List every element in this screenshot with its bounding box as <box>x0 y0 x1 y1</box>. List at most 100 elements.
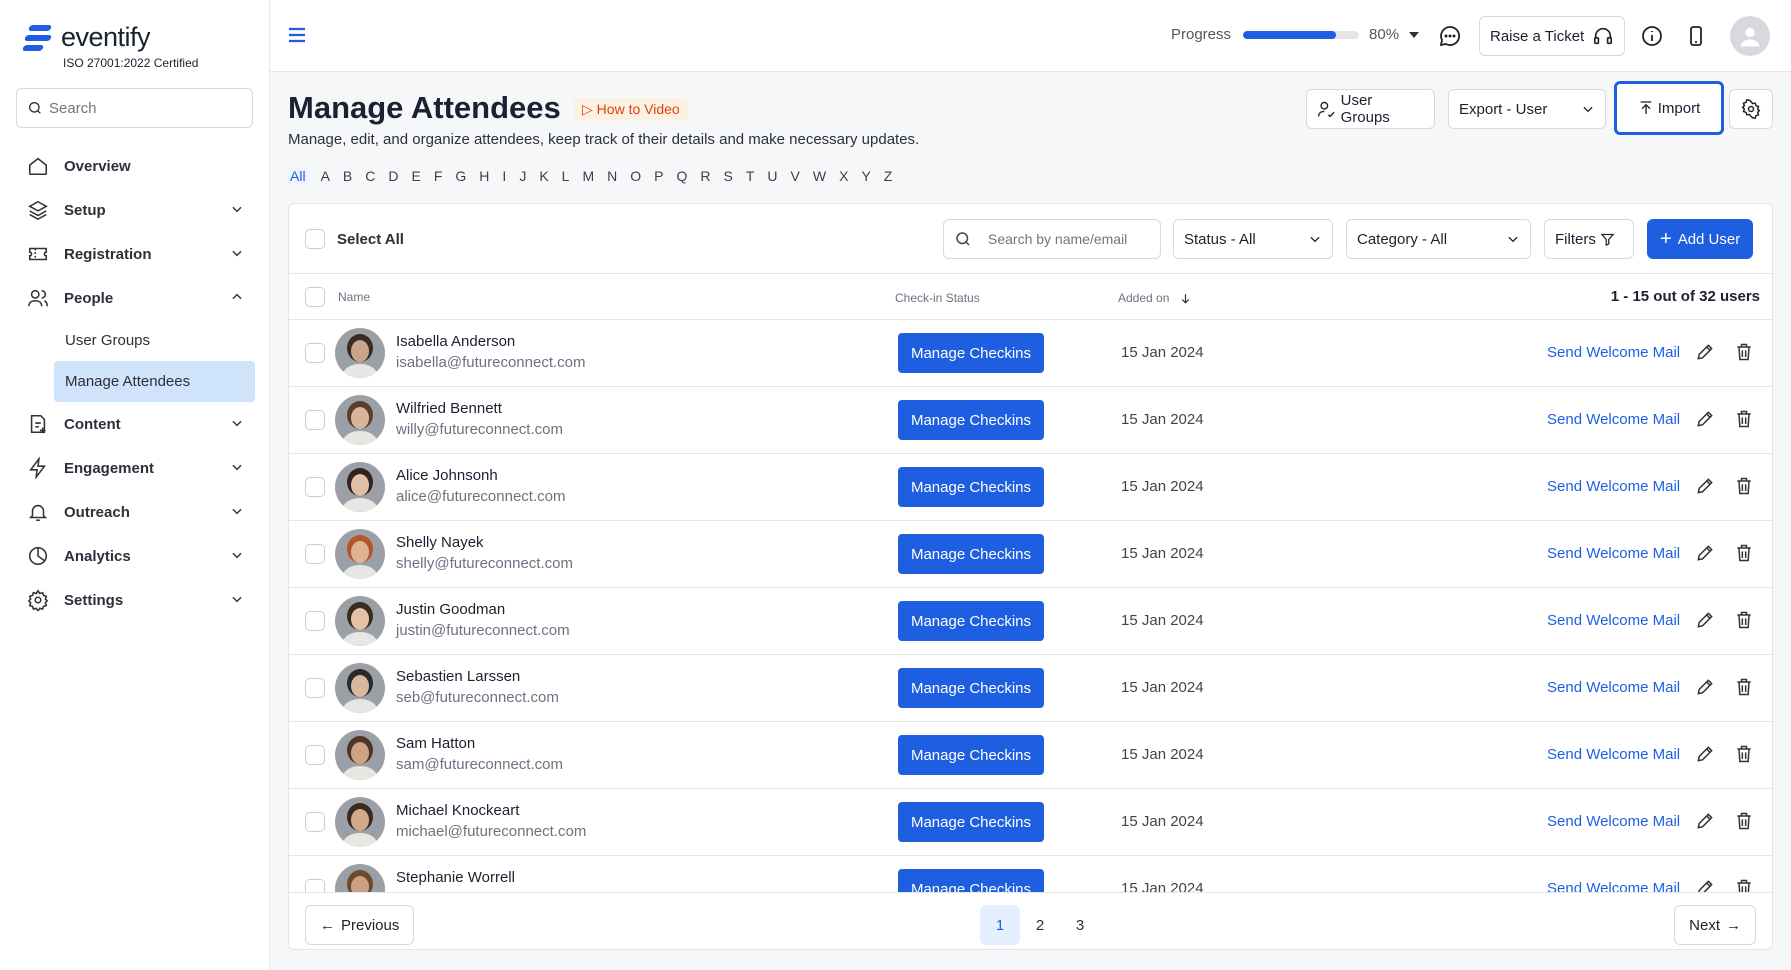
page-3[interactable]: 3 <box>1060 905 1100 945</box>
sidebar-item-registration[interactable]: Registration <box>0 232 270 276</box>
sidebar-search[interactable] <box>16 88 253 128</box>
row-checkbox[interactable] <box>305 343 325 363</box>
alphabet-letter-i[interactable]: I <box>502 168 506 184</box>
row-checkbox[interactable] <box>305 410 325 430</box>
alphabet-letter-x[interactable]: X <box>839 168 848 184</box>
alphabet-letter-h[interactable]: H <box>479 168 489 184</box>
header-checkbox[interactable] <box>305 287 325 307</box>
alphabet-letter-j[interactable]: J <box>519 168 526 184</box>
manage-checkins-button[interactable]: Manage Checkins <box>898 467 1044 507</box>
send-welcome-mail-link[interactable]: Send Welcome Mail <box>1547 545 1680 562</box>
alphabet-letter-f[interactable]: F <box>434 168 443 184</box>
trash-icon[interactable] <box>1734 878 1754 892</box>
send-welcome-mail-link[interactable]: Send Welcome Mail <box>1547 813 1680 830</box>
alphabet-letter-p[interactable]: P <box>654 168 663 184</box>
row-checkbox[interactable] <box>305 879 325 892</box>
page-1[interactable]: 1 <box>980 905 1020 945</box>
user-groups-button[interactable]: User Groups <box>1306 89 1435 129</box>
alphabet-letter-k[interactable]: K <box>539 168 548 184</box>
alphabet-letter-e[interactable]: E <box>412 168 421 184</box>
trash-icon[interactable] <box>1734 677 1754 702</box>
row-checkbox[interactable] <box>305 611 325 631</box>
trash-icon[interactable] <box>1734 811 1754 836</box>
export-dropdown[interactable]: Export - User <box>1448 89 1606 129</box>
alphabet-letter-q[interactable]: Q <box>676 168 687 184</box>
category-filter-dropdown[interactable]: Category - All <box>1346 219 1531 259</box>
add-user-button[interactable]: + Add User <box>1647 219 1754 259</box>
alphabet-letter-g[interactable]: G <box>455 168 466 184</box>
send-welcome-mail-link[interactable]: Send Welcome Mail <box>1547 411 1680 428</box>
user-avatar[interactable] <box>1730 16 1770 56</box>
edit-icon[interactable] <box>1695 409 1715 434</box>
chat-icon[interactable] <box>1438 24 1462 53</box>
alphabet-letter-y[interactable]: Y <box>861 168 870 184</box>
trash-icon[interactable] <box>1734 610 1754 635</box>
attendee-search[interactable] <box>943 219 1161 259</box>
mobile-icon[interactable] <box>1684 24 1708 53</box>
trash-icon[interactable] <box>1734 342 1754 367</box>
sidebar-subitem-manage-attendees[interactable]: Manage Attendees <box>54 361 255 402</box>
edit-icon[interactable] <box>1695 342 1715 367</box>
alphabet-letter-b[interactable]: B <box>343 168 352 184</box>
row-checkbox[interactable] <box>305 477 325 497</box>
manage-checkins-button[interactable]: Manage Checkins <box>898 333 1044 373</box>
attendee-search-input[interactable] <box>988 231 1138 247</box>
send-welcome-mail-link[interactable]: Send Welcome Mail <box>1547 880 1680 892</box>
send-welcome-mail-link[interactable]: Send Welcome Mail <box>1547 746 1680 763</box>
alphabet-letter-c[interactable]: C <box>365 168 375 184</box>
send-welcome-mail-link[interactable]: Send Welcome Mail <box>1547 478 1680 495</box>
trash-icon[interactable] <box>1734 409 1754 434</box>
raise-ticket-button[interactable]: Raise a Ticket <box>1479 16 1626 56</box>
info-icon[interactable] <box>1640 24 1664 53</box>
alphabet-letter-w[interactable]: W <box>813 168 826 184</box>
trash-icon[interactable] <box>1734 476 1754 501</box>
manage-checkins-button[interactable]: Manage Checkins <box>898 534 1044 574</box>
row-checkbox[interactable] <box>305 745 325 765</box>
edit-icon[interactable] <box>1695 610 1715 635</box>
send-welcome-mail-link[interactable]: Send Welcome Mail <box>1547 344 1680 361</box>
row-checkbox[interactable] <box>305 544 325 564</box>
manage-checkins-button[interactable]: Manage Checkins <box>898 400 1044 440</box>
alphabet-letter-m[interactable]: M <box>582 168 594 184</box>
trash-icon[interactable] <box>1734 543 1754 568</box>
column-added-on[interactable]: Added on <box>1118 291 1192 305</box>
sidebar-search-input[interactable] <box>49 99 239 117</box>
row-checkbox[interactable] <box>305 678 325 698</box>
progress-indicator[interactable]: Progress 80% <box>1171 26 1420 43</box>
sidebar-item-engagement[interactable]: Engagement <box>0 446 270 490</box>
alphabet-letter-u[interactable]: U <box>767 168 777 184</box>
import-button[interactable]: Import <box>1614 81 1724 135</box>
manage-checkins-button[interactable]: Manage Checkins <box>898 869 1044 892</box>
sidebar-item-content[interactable]: Content <box>0 402 270 446</box>
how-to-video-link[interactable]: ▷ How to Video <box>574 98 688 121</box>
sidebar-item-overview[interactable]: Overview <box>0 144 270 188</box>
edit-icon[interactable] <box>1695 543 1715 568</box>
sidebar-item-outreach[interactable]: Outreach <box>0 490 270 534</box>
manage-checkins-button[interactable]: Manage Checkins <box>898 601 1044 641</box>
alphabet-letter-a[interactable]: A <box>321 168 330 184</box>
alphabet-letter-t[interactable]: T <box>746 168 755 184</box>
next-button[interactable]: Next → <box>1674 905 1756 945</box>
alphabet-letter-s[interactable]: S <box>724 168 733 184</box>
sidebar-item-settings[interactable]: Settings <box>0 578 270 622</box>
send-welcome-mail-link[interactable]: Send Welcome Mail <box>1547 612 1680 629</box>
edit-icon[interactable] <box>1695 677 1715 702</box>
logo[interactable]: eventify <box>21 22 151 53</box>
manage-checkins-button[interactable]: Manage Checkins <box>898 668 1044 708</box>
alphabet-letter-n[interactable]: N <box>607 168 617 184</box>
sidebar-item-people[interactable]: People <box>0 276 270 320</box>
alphabet-letter-r[interactable]: R <box>700 168 710 184</box>
send-welcome-mail-link[interactable]: Send Welcome Mail <box>1547 679 1680 696</box>
edit-icon[interactable] <box>1695 744 1715 769</box>
edit-icon[interactable] <box>1695 811 1715 836</box>
select-all-checkbox[interactable] <box>305 229 325 249</box>
sidebar-item-analytics[interactable]: Analytics <box>0 534 270 578</box>
filters-button[interactable]: Filters <box>1544 219 1634 259</box>
status-filter-dropdown[interactable]: Status - All <box>1173 219 1333 259</box>
alphabet-letter-all[interactable]: All <box>288 168 308 184</box>
menu-toggle-icon[interactable] <box>288 27 306 48</box>
alphabet-letter-z[interactable]: Z <box>884 168 893 184</box>
manage-checkins-button[interactable]: Manage Checkins <box>898 802 1044 842</box>
edit-icon[interactable] <box>1695 476 1715 501</box>
page-2[interactable]: 2 <box>1020 905 1060 945</box>
